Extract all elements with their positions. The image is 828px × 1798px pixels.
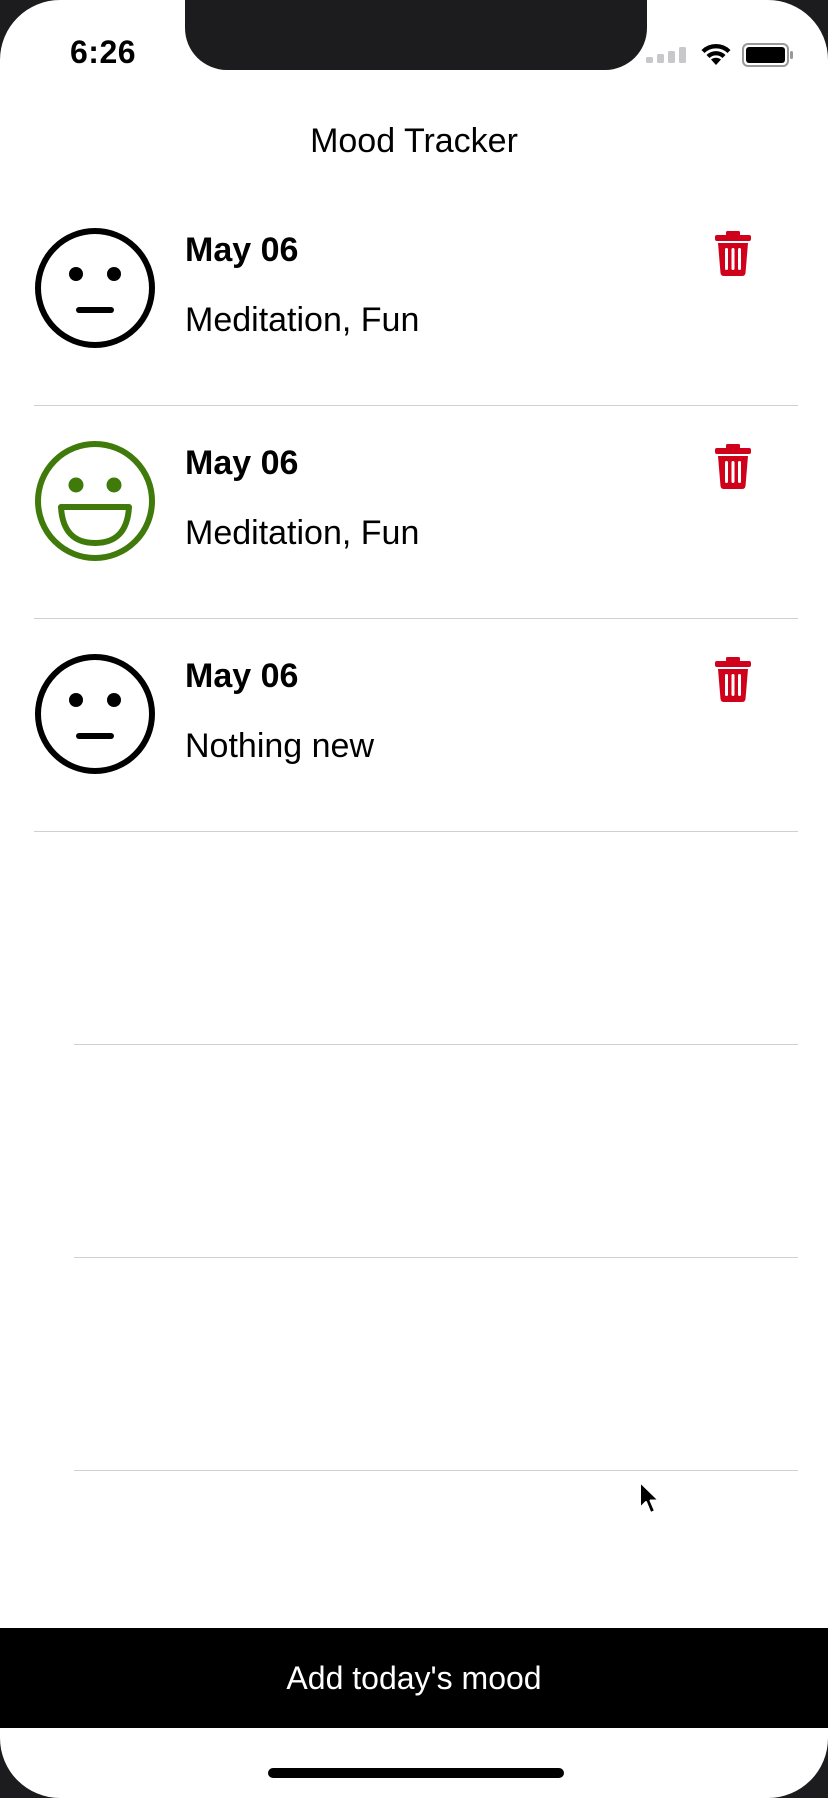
entry-activities: Meditation, Fun: [185, 301, 420, 339]
wifi-icon: [701, 43, 731, 65]
entry-date: May 06: [185, 657, 299, 695]
mood-entry-row[interactable]: May 06 Meditation, Fun: [34, 406, 798, 619]
empty-row-separator: [74, 1257, 798, 1258]
mood-entry-row[interactable]: May 06 Meditation, Fun: [34, 193, 798, 406]
add-mood-button[interactable]: Add today's mood: [0, 1628, 828, 1728]
mouse-pointer-icon: [639, 1481, 660, 1514]
trash-icon[interactable]: [709, 229, 757, 277]
entry-activities: Meditation, Fun: [185, 514, 420, 552]
mood-entry-row[interactable]: May 06 Nothing new: [34, 619, 798, 832]
neutral-face-icon: [35, 228, 155, 348]
trash-icon[interactable]: [709, 442, 757, 490]
page-title: Mood Tracker: [310, 122, 518, 160]
empty-row-separator: [74, 1044, 798, 1045]
happy-face-icon: [35, 441, 155, 561]
empty-row-separator: [74, 1470, 798, 1471]
entry-date: May 06: [185, 231, 299, 269]
entry-date: May 06: [185, 444, 299, 482]
cellular-signal-icon: [646, 47, 686, 63]
home-indicator[interactable]: [268, 1768, 564, 1778]
device-notch: [185, 0, 647, 70]
trash-icon[interactable]: [709, 655, 757, 703]
battery-icon: [742, 43, 793, 67]
phone-screen: 6:26 Mood Tracker May 06 Meditation, Fun…: [0, 0, 828, 1798]
entry-activities: Nothing new: [185, 727, 375, 765]
neutral-face-icon: [35, 654, 155, 774]
status-time: 6:26: [70, 34, 137, 70]
status-icons: [646, 40, 794, 70]
